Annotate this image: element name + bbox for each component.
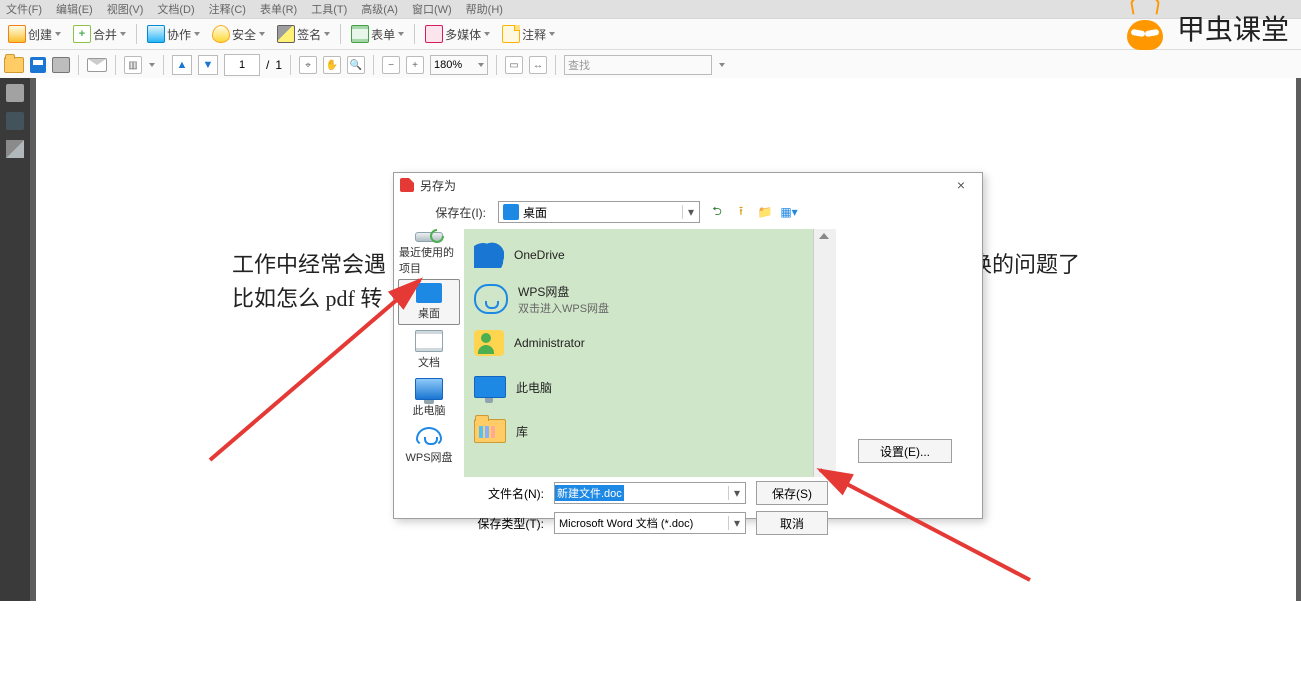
zoom-in-icon[interactable]: + xyxy=(406,56,424,74)
toolbar-nav: ▥ ▲ ▼ / 1 ⌖ ✋ 🔍 − + 180% ▭ ↔ 查找 xyxy=(0,50,1301,81)
page-total: 1 xyxy=(275,58,282,72)
menu-tools[interactable]: 工具(T) xyxy=(311,1,347,17)
desktop-icon xyxy=(503,204,519,220)
place-wps[interactable]: WPS网盘 xyxy=(398,423,460,469)
list-item: 库 xyxy=(470,409,807,453)
place-computer[interactable]: 此电脑 xyxy=(398,375,460,421)
wps-cloud-icon xyxy=(474,284,508,314)
menu-file[interactable]: 文件(F) xyxy=(6,1,42,17)
hand-tool-icon[interactable]: ✋ xyxy=(323,56,341,74)
menu-help[interactable]: 帮助(H) xyxy=(466,1,503,17)
save-in-combo[interactable]: 桌面 ▾ xyxy=(498,201,700,223)
print-icon[interactable] xyxy=(52,57,70,73)
close-button[interactable]: × xyxy=(946,177,976,193)
forms-button[interactable]: 表单 xyxy=(347,23,408,45)
library-icon xyxy=(474,419,506,443)
page-thumb-icon[interactable]: ▥ xyxy=(124,56,142,74)
menu-edit[interactable]: 编辑(E) xyxy=(56,1,93,17)
merge-button[interactable]: 合并 xyxy=(69,23,130,45)
menu-comment[interactable]: 注释(C) xyxy=(209,1,246,17)
filetype-label: 保存类型(T): xyxy=(474,515,544,532)
back-icon[interactable]: ⮌ xyxy=(708,203,726,221)
menu-view[interactable]: 视图(V) xyxy=(107,1,144,17)
filename-label: 文件名(N): xyxy=(474,485,544,502)
list-item: Administrator xyxy=(470,321,807,365)
place-recent[interactable]: 最近使用的项目 xyxy=(398,231,460,277)
note-button[interactable]: 注释 xyxy=(498,23,559,45)
zoom-tool-icon[interactable]: 🔍 xyxy=(347,56,365,74)
multimedia-button[interactable]: 多媒体 xyxy=(421,23,494,45)
menu-document[interactable]: 文档(D) xyxy=(157,1,194,17)
menu-bar: 文件(F) 编辑(E) 视图(V) 文档(D) 注释(C) 表单(R) 工具(T… xyxy=(0,0,1301,19)
new-folder-icon[interactable]: 📁 xyxy=(756,203,774,221)
list-item: WPS网盘双击进入WPS网盘 xyxy=(470,277,807,321)
toolbar-main: 创建 合并 协作 安全 签名 表单 多媒体 注释 xyxy=(0,19,1301,50)
file-list[interactable]: OneDrive WPS网盘双击进入WPS网盘 Administrator 此电… xyxy=(464,229,813,477)
open-icon[interactable] xyxy=(4,57,24,73)
page-down-button[interactable]: ▼ xyxy=(198,55,218,75)
save-in-label: 保存在(I): xyxy=(406,204,490,221)
settings-button[interactable]: 设置(E)... xyxy=(858,439,952,463)
user-folder-icon xyxy=(474,330,504,356)
scrollbar[interactable] xyxy=(813,229,836,477)
save-button[interactable]: 保存(S) xyxy=(756,481,828,505)
page-current-input[interactable] xyxy=(224,54,260,76)
fit-page-icon[interactable]: ▭ xyxy=(505,56,523,74)
list-item: OneDrive xyxy=(470,233,807,277)
zoom-out-icon[interactable]: − xyxy=(382,56,400,74)
list-item: 此电脑 xyxy=(470,365,807,409)
bookmarks-panel-icon[interactable] xyxy=(6,112,24,130)
secure-button[interactable]: 安全 xyxy=(208,23,269,45)
dialog-titlebar: 另存为 × xyxy=(394,173,982,197)
side-panel xyxy=(0,78,30,601)
create-button[interactable]: 创建 xyxy=(4,23,65,45)
filetype-combo[interactable]: Microsoft Word 文档 (*.doc)▾ xyxy=(554,512,746,534)
sign-button[interactable]: 签名 xyxy=(273,23,334,45)
place-documents[interactable]: 文档 xyxy=(398,327,460,373)
menu-window[interactable]: 窗口(W) xyxy=(412,1,452,17)
menu-advanced[interactable]: 高级(A) xyxy=(361,1,398,17)
mail-icon[interactable] xyxy=(87,58,107,72)
watermark: 甲虫课堂 xyxy=(1121,6,1289,50)
find-input[interactable]: 查找 xyxy=(564,55,712,75)
view-menu-icon[interactable]: ▦▾ xyxy=(780,203,798,221)
pdf-icon xyxy=(400,178,414,192)
onedrive-icon xyxy=(474,242,504,268)
select-tool-icon[interactable]: ⌖ xyxy=(299,56,317,74)
zoom-combo[interactable]: 180% xyxy=(430,55,488,75)
up-icon[interactable]: ⭱ xyxy=(732,203,750,221)
collab-button[interactable]: 协作 xyxy=(143,23,204,45)
cancel-button[interactable]: 取消 xyxy=(756,511,828,535)
places-bar: 最近使用的项目 桌面 文档 此电脑 WPS网盘 xyxy=(394,229,464,477)
save-as-dialog: 另存为 × 保存在(I): 桌面 ▾ ⮌ ⭱ 📁 ▦▾ 最近使用的项目 桌面 文… xyxy=(393,172,983,519)
page-sep: / xyxy=(266,58,269,72)
fit-width-icon[interactable]: ↔ xyxy=(529,56,547,74)
attachments-panel-icon[interactable] xyxy=(6,140,24,158)
menu-forms[interactable]: 表单(R) xyxy=(260,1,297,17)
dialog-title: 另存为 xyxy=(420,177,456,194)
save-icon[interactable] xyxy=(30,57,46,73)
computer-icon xyxy=(474,376,506,398)
pages-panel-icon[interactable] xyxy=(6,84,24,102)
page-up-button[interactable]: ▲ xyxy=(172,55,192,75)
filename-input[interactable]: 新建文件.doc▾ xyxy=(554,482,746,504)
beetle-icon xyxy=(1121,6,1169,50)
place-desktop[interactable]: 桌面 xyxy=(398,279,460,325)
